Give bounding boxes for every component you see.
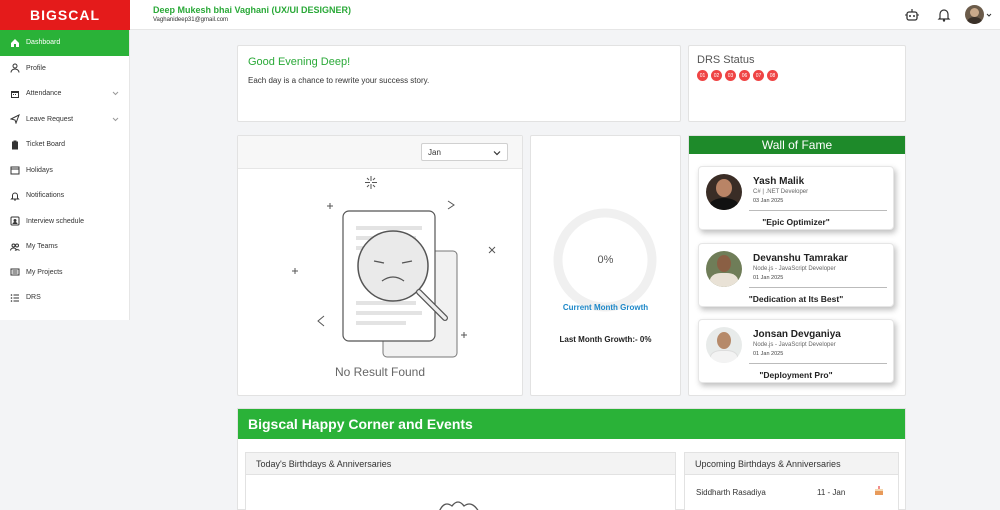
celebration-illustration (439, 501, 479, 510)
greeting-title: Good Evening Deep! (248, 56, 351, 68)
sidebar: Dashboard Profile Attendance Leave Reque… (0, 30, 130, 320)
growth-card: 0% Current Month Growth Last Month Growt… (530, 135, 681, 396)
sidebar-item-my-teams[interactable]: My Teams (0, 234, 129, 260)
fame-title: "Dedication at Its Best" (748, 294, 844, 304)
bell-icon[interactable] (936, 7, 952, 23)
fame-card[interactable]: Yash Malik C# | .NET Developer 03 Jan 20… (698, 166, 894, 230)
upcoming-events-card: Upcoming Birthdays & Anniversaries Siddh… (684, 452, 899, 510)
sidebar-item-dashboard[interactable]: Dashboard (0, 30, 129, 56)
divider (749, 363, 887, 364)
fame-role: Node.js - JavaScript Developer (753, 342, 836, 348)
avatar (706, 251, 742, 287)
sidebar-item-attendance[interactable]: Attendance (0, 81, 129, 107)
sidebar-item-notifications[interactable]: Notifications (0, 183, 129, 209)
drs-day-badge[interactable]: 06 (739, 70, 750, 81)
today-events-title: Today's Birthdays & Anniversaries (246, 453, 675, 475)
sidebar-item-interview-schedule[interactable]: Interview schedule (0, 209, 129, 235)
top-bar: Deep Mukesh bhai Vaghani (UX/UI DESIGNER… (130, 0, 1000, 30)
avatar[interactable] (965, 5, 984, 24)
fame-date: 03 Jan 2025 (753, 198, 784, 204)
sidebar-item-drs[interactable]: DRS (0, 285, 129, 311)
growth-percent: 0% (597, 254, 614, 266)
team-icon (10, 243, 20, 251)
event-person-name: Siddharth Rasadiya (696, 488, 766, 497)
upcoming-events-title: Upcoming Birthdays & Anniversaries (685, 453, 898, 475)
interview-icon (10, 216, 20, 226)
greeting-subtitle: Each day is a chance to rewrite your suc… (248, 76, 430, 85)
fame-name: Devanshu Tamrakar (753, 253, 848, 264)
list-icon (10, 293, 19, 302)
chevron-down-icon[interactable] (986, 12, 992, 18)
list-item: Siddharth Rasadiya 11 - Jan (696, 486, 888, 497)
happy-corner-title: Bigscal Happy Corner and Events (238, 409, 905, 439)
project-icon (10, 268, 20, 276)
cake-icon (875, 486, 883, 495)
user-name: Deep Mukesh bhai Vaghani (UX/UI DESIGNER… (153, 5, 352, 15)
fame-date: 01 Jan 2025 (753, 351, 784, 357)
no-result-illustration (292, 176, 496, 358)
user-icon (10, 63, 20, 73)
greeting-card: Good Evening Deep! Each day is a chance … (237, 45, 681, 122)
month-select-value: Jan (428, 147, 441, 157)
event-date: 11 - Jan (817, 488, 846, 497)
sidebar-item-label: Profile (26, 64, 46, 72)
calendar-icon (11, 90, 19, 98)
sidebar-item-label: My Projects (26, 268, 63, 276)
sidebar-item-label: Attendance (26, 90, 62, 98)
divider (749, 210, 887, 211)
sidebar-item-label: My Teams (26, 243, 58, 251)
chevron-down-icon[interactable] (112, 90, 119, 97)
avatar (706, 174, 742, 210)
drs-status-card: DRS Status 01 02 03 06 07 08 (688, 45, 906, 122)
fame-name: Yash Malik (753, 176, 805, 187)
wall-of-fame-title: Wall of Fame (689, 136, 905, 154)
home-icon (11, 38, 19, 47)
drs-title: DRS Status (697, 54, 755, 66)
last-month-growth-label: Last Month Growth:- 0% (559, 335, 652, 344)
drs-day-badge[interactable]: 07 (753, 70, 764, 81)
drs-day-badge[interactable]: 03 (725, 70, 736, 81)
holiday-icon (10, 166, 20, 175)
sidebar-item-label: DRS (26, 294, 41, 302)
drs-day-badge[interactable]: 02 (711, 70, 722, 81)
happy-corner-section: Bigscal Happy Corner and Events Today's … (237, 408, 906, 510)
fame-date: 01 Jan 2025 (753, 275, 784, 281)
sidebar-item-ticket-board[interactable]: Ticket Board (0, 132, 129, 158)
bell-icon (10, 192, 20, 201)
drs-day-badge[interactable]: 08 (767, 70, 778, 81)
sidebar-item-holidays[interactable]: Holidays (0, 158, 129, 184)
month-report-card: Jan No Result Found (237, 135, 523, 396)
sidebar-item-label: Dashboard (26, 39, 61, 47)
sidebar-item-label: Ticket Board (26, 141, 66, 149)
clipboard-icon (12, 140, 18, 150)
sidebar-item-label: Holidays (26, 166, 53, 174)
chevron-down-icon (493, 151, 501, 156)
current-month-growth-label: Current Month Growth (562, 303, 649, 312)
month-select[interactable]: Jan (421, 143, 508, 161)
sidebar-item-profile[interactable]: Profile (0, 56, 129, 82)
wall-of-fame-card: Wall of Fame Yash Malik C# | .NET Develo… (688, 135, 906, 396)
sidebar-item-leave-request[interactable]: Leave Request (0, 107, 129, 133)
today-events-card: Today's Birthdays & Anniversaries (245, 452, 676, 510)
sidebar-item-label: Interview schedule (26, 217, 84, 225)
fame-role: C# | .NET Developer (753, 189, 809, 195)
user-email: Vaghanideep31@gmail.com (153, 17, 229, 23)
fame-card[interactable]: Devanshu Tamrakar Node.js - JavaScript D… (698, 243, 894, 307)
send-icon (10, 114, 20, 125)
fame-card[interactable]: Jonsan Devganiya Node.js - JavaScript De… (698, 319, 894, 383)
chevron-down-icon[interactable] (112, 116, 119, 123)
robot-icon[interactable] (904, 7, 920, 23)
drs-day-badge[interactable]: 01 (697, 70, 708, 81)
fame-name: Jonsan Devganiya (753, 329, 841, 340)
divider (749, 287, 887, 288)
avatar (706, 327, 742, 363)
fame-role: Node.js - JavaScript Developer (753, 266, 836, 272)
fame-title: "Deployment Pro" (759, 370, 833, 380)
sidebar-item-my-projects[interactable]: My Projects (0, 260, 129, 286)
no-result-text: No Result Found (334, 365, 426, 379)
fame-title: "Epic Optimizer" (762, 217, 830, 227)
brand-logo[interactable]: BIGSCAL (0, 0, 130, 30)
sidebar-item-label: Notifications (26, 192, 65, 200)
sidebar-item-label: Leave Request (26, 115, 74, 123)
